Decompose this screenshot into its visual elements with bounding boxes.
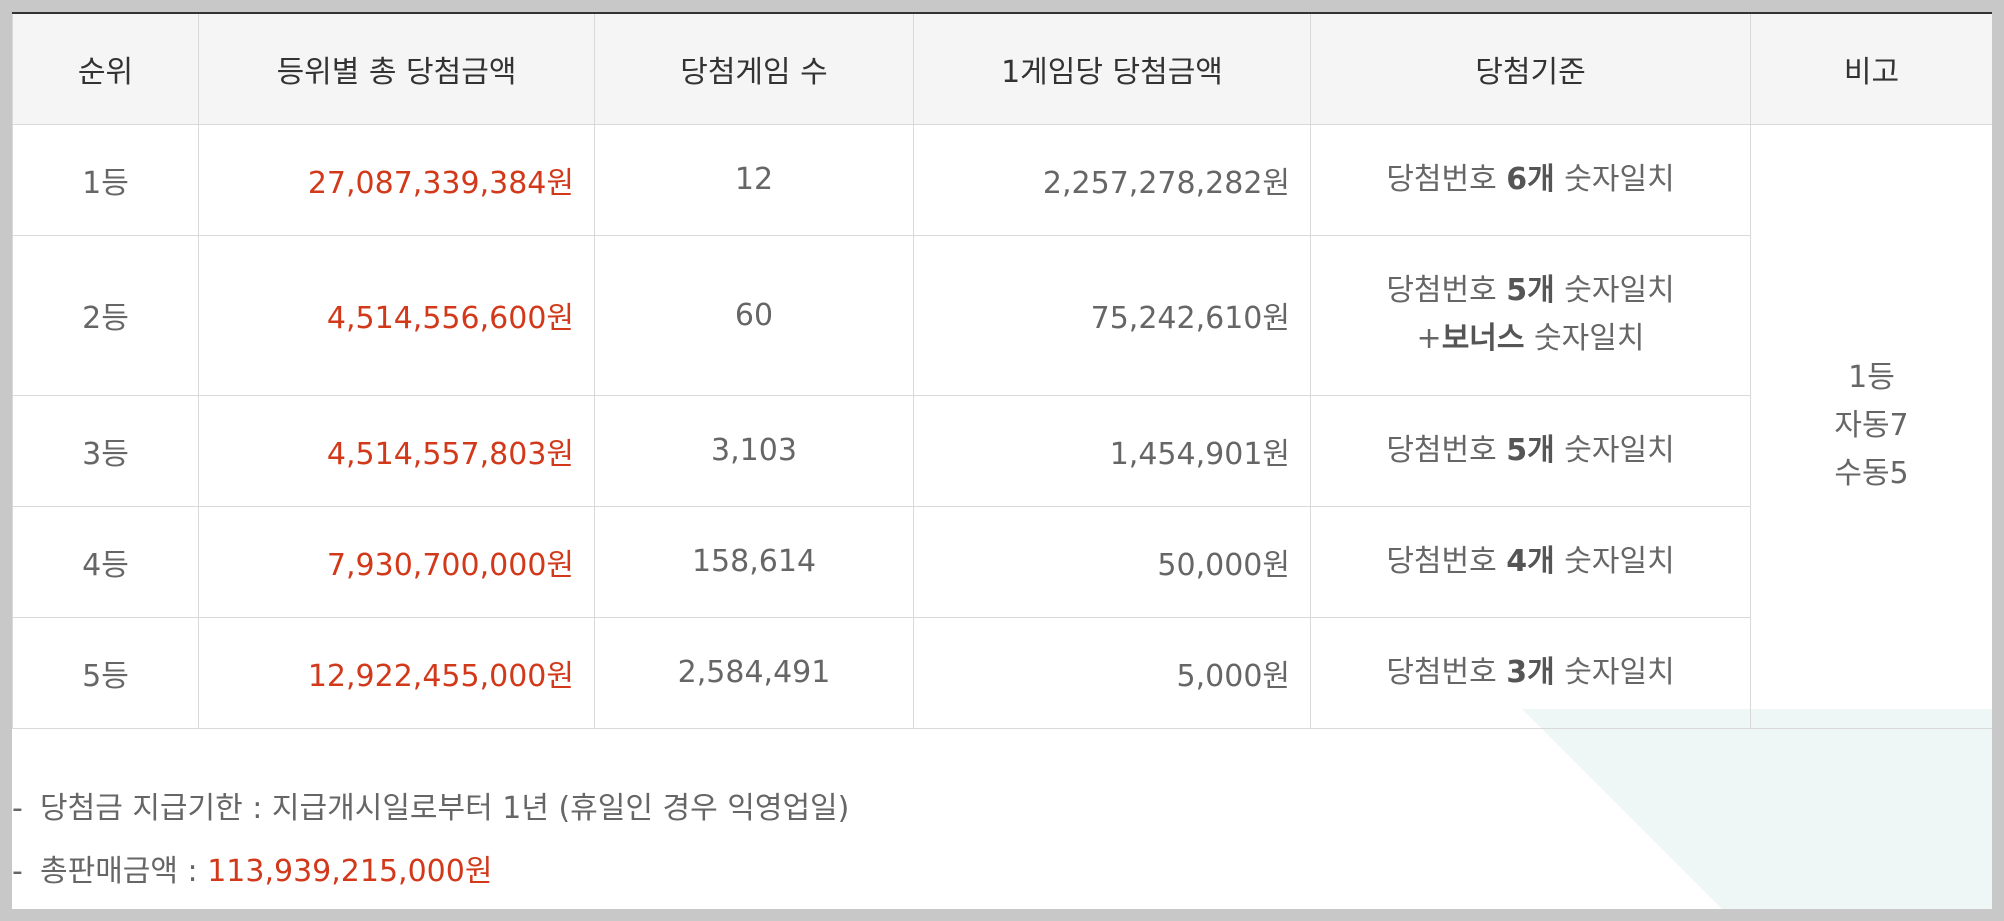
rank-cell: 1등 <box>12 123 199 236</box>
rank-cell: 2등 <box>12 234 199 396</box>
criteria-suffix: 숫자일치 <box>1554 432 1675 468</box>
criteria-prefix: 당첨번호 <box>1386 432 1507 468</box>
header-prize-per-game: 1게임당 당첨금액 <box>913 12 1311 125</box>
note-line-auto: 자동7 <box>1834 408 1909 443</box>
criteria-suffix: 숫자일치 <box>1554 543 1675 579</box>
table-row: 4등 7,930,700,000원 158,614 50,000원 당첨번호 4… <box>12 505 1993 618</box>
criteria-prefix: 당첨번호 <box>1386 654 1507 690</box>
note-line-manual: 수동5 <box>1834 456 1909 491</box>
total-prize-cell: 4,514,556,600원 <box>198 234 595 396</box>
note-line-rank: 1등 <box>1848 360 1895 395</box>
criteria-cell: 당첨번호 5개 숫자일치 <box>1310 394 1751 507</box>
header-note: 비고 <box>1750 12 1992 125</box>
total-prize-cell: 12,922,455,000원 <box>198 616 595 729</box>
criteria-bonus-suffix: 숫자일치 <box>1524 321 1645 356</box>
rank-cell: 4등 <box>12 505 199 618</box>
table-row: 1등 27,087,339,384원 12 2,257,278,282원 당첨번… <box>12 123 1992 729</box>
criteria-count: 5개 <box>1506 273 1555 308</box>
criteria-cell: 당첨번호 6개 숫자일치 <box>1310 123 1751 236</box>
prize-per-game-cell: 50,000원 <box>913 505 1311 618</box>
criteria-cell: 당첨번호 4개 숫자일치 <box>1310 505 1751 618</box>
criteria-count: 3개 <box>1506 654 1555 690</box>
payment-deadline-text: 당첨금 지급기한 : 지급개시일로부터 1년 (휴일인 경우 익영업일) <box>40 791 850 826</box>
rank-cell: 5등 <box>12 616 199 729</box>
criteria-count: 6개 <box>1506 161 1555 197</box>
criteria-bonus-prefix: + <box>1416 321 1442 356</box>
criteria-line: 당첨번호 5개 숫자일치 <box>1331 267 1730 315</box>
table-row: 2등 4,514,556,600원 60 75,242,610원 당첨번호 5개… <box>12 234 1993 396</box>
bullet-dash: - <box>12 791 23 826</box>
total-sales-label: 총판매금액 : <box>40 854 208 889</box>
criteria-cell: 당첨번호 5개 숫자일치 +보너스 숫자일치 <box>1310 234 1751 396</box>
table-header-row: 순위 등위별 총 당첨금액 당첨게임 수 1게임당 당첨금액 당첨기준 비고 <box>12 12 1992 125</box>
criteria-cell: 당첨번호 3개 숫자일치 <box>1310 616 1751 729</box>
prize-per-game-cell: 2,257,278,282원 <box>913 123 1311 236</box>
footer-notes: - 당첨금 지급기한 : 지급개시일로부터 1년 (휴일인 경우 익영업일) -총… <box>12 777 849 903</box>
winner-count-cell: 12 <box>594 123 914 236</box>
prize-per-game-cell: 1,454,901원 <box>913 394 1311 507</box>
criteria-bonus: 보너스 <box>1441 321 1525 356</box>
payment-deadline-note: - 당첨금 지급기한 : 지급개시일로부터 1년 (휴일인 경우 익영업일) <box>12 777 849 840</box>
header-winner-count: 당첨게임 수 <box>594 12 914 125</box>
total-prize-cell: 27,087,339,384원 <box>198 123 595 236</box>
total-prize-cell: 4,514,557,803원 <box>198 394 595 507</box>
winner-count-cell: 60 <box>594 234 914 396</box>
rank-cell: 3등 <box>12 394 199 507</box>
prize-table: 순위 등위별 총 당첨금액 당첨게임 수 1게임당 당첨금액 당첨기준 비고 1… <box>12 12 1992 729</box>
total-prize-cell: 7,930,700,000원 <box>198 505 595 618</box>
screen-frame: 순위 등위별 총 당첨금액 당첨게임 수 1게임당 당첨금액 당첨기준 비고 1… <box>0 0 2004 921</box>
decorative-background-shape <box>1522 709 1992 909</box>
criteria-prefix: 당첨번호 <box>1386 543 1507 579</box>
table-row: 5등 12,922,455,000원 2,584,491 5,000원 당첨번호… <box>12 616 1993 729</box>
table-row: 3등 4,514,557,803원 3,103 1,454,901원 당첨번호 … <box>12 394 1993 507</box>
criteria-bonus-line: +보너스 숫자일치 <box>1331 315 1730 363</box>
note-cell: 1등 자동7 수동5 <box>1750 123 1992 729</box>
criteria-suffix: 숫자일치 <box>1554 161 1675 197</box>
criteria-prefix: 당첨번호 <box>1386 161 1507 197</box>
prize-per-game-cell: 75,242,610원 <box>913 234 1311 396</box>
winner-count-cell: 3,103 <box>594 394 914 507</box>
winner-count-cell: 2,584,491 <box>594 616 914 729</box>
prize-panel: 순위 등위별 총 당첨금액 당첨게임 수 1게임당 당첨금액 당첨기준 비고 1… <box>12 12 1992 909</box>
header-total-prize: 등위별 총 당첨금액 <box>198 12 595 125</box>
header-criteria: 당첨기준 <box>1310 12 1751 125</box>
criteria-suffix: 숫자일치 <box>1554 273 1675 308</box>
total-sales-value: 113,939,215,000원 <box>207 854 493 889</box>
criteria-count: 4개 <box>1506 543 1555 579</box>
criteria-count: 5개 <box>1506 432 1555 468</box>
total-sales-note: - 총판매금액 : 113,939,215,000원 <box>12 840 849 903</box>
header-rank: 순위 <box>12 12 199 125</box>
prize-per-game-cell: 5,000원 <box>913 616 1311 729</box>
winner-count-cell: 158,614 <box>594 505 914 618</box>
criteria-prefix: 당첨번호 <box>1386 273 1507 308</box>
criteria-suffix: 숫자일치 <box>1554 654 1675 690</box>
bullet-dash: - <box>12 854 23 889</box>
